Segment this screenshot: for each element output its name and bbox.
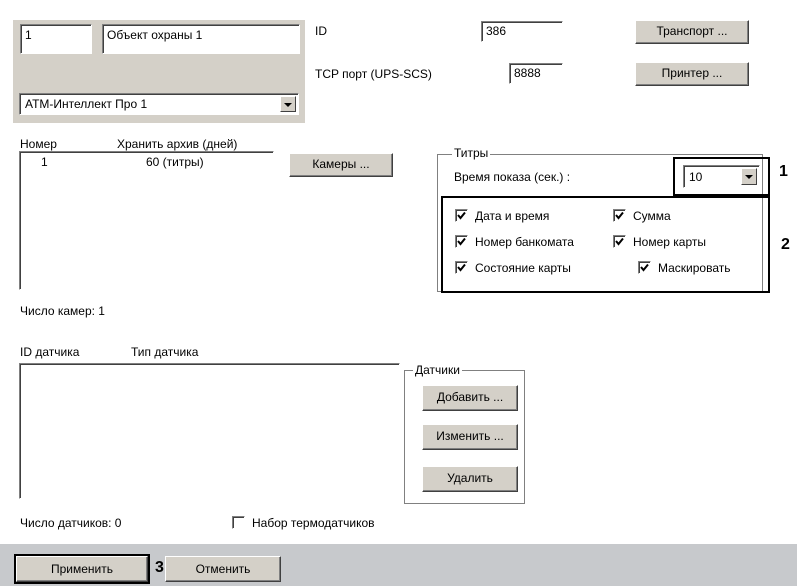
parent-object-dropdown-arrow-icon[interactable] — [280, 96, 296, 112]
delete-sensor-button[interactable]: Удалить — [422, 466, 518, 492]
printer-button[interactable]: Принтер ... — [635, 62, 749, 86]
object-id-value: 1 — [25, 28, 32, 42]
camera-archive-cell: 60 (титры) — [146, 155, 204, 169]
parent-object-select[interactable]: АТМ-Интеллект Про 1 — [19, 93, 299, 115]
top-cropped-strip — [0, 0, 797, 14]
id-label: ID — [315, 24, 327, 38]
object-name-field[interactable]: Объект охраны 1 — [102, 24, 300, 54]
cancel-button[interactable]: Отменить — [165, 556, 281, 582]
annotation-number-1: 1 — [779, 163, 788, 180]
edit-sensor-button[interactable]: Изменить ... — [422, 424, 518, 450]
settings-panel: 1 Объект охраны 1 АТМ-Интеллект Про 1 ID… — [0, 0, 797, 586]
camera-archive-column-header: Хранить архив (дней) — [117, 137, 238, 151]
sensor-count-label: Число датчиков: 0 — [20, 516, 122, 530]
sensors-list[interactable] — [19, 363, 400, 499]
object-id-field[interactable]: 1 — [20, 24, 92, 54]
annotation-number-2: 2 — [781, 236, 790, 253]
thermo-sensors-checkbox[interactable] — [232, 516, 245, 529]
annotation-number-3: 3 — [155, 559, 164, 576]
tcp-port-value: 8888 — [514, 66, 541, 80]
camera-count-label: Число камер: 1 — [20, 304, 105, 318]
tcp-port-field[interactable]: 8888 — [509, 63, 563, 84]
id-field[interactable]: 386 — [481, 21, 563, 42]
annotation-box-1 — [673, 157, 770, 196]
object-name-value: Объект охраны 1 — [107, 28, 203, 42]
thermo-sensors-label: Набор термодатчиков — [252, 516, 375, 530]
titles-group-title: Титры — [452, 146, 491, 160]
cameras-list[interactable]: 1 60 (титры) — [19, 151, 274, 290]
sensor-type-column-header: Тип датчика — [131, 345, 199, 359]
annotation-box-2 — [441, 196, 770, 293]
cameras-button[interactable]: Камеры ... — [289, 153, 393, 177]
camera-number-column-header: Номер — [20, 137, 57, 151]
camera-list-item[interactable]: 1 60 (титры) — [20, 155, 270, 169]
camera-number-cell: 1 — [41, 155, 48, 169]
show-time-label: Время показа (сек.) : — [454, 170, 571, 184]
id-value: 386 — [486, 24, 507, 38]
parent-object-value: АТМ-Интеллект Про 1 — [25, 97, 148, 111]
tcp-port-label: TCP порт (UPS-SCS) — [315, 67, 432, 81]
annotation-box-3 — [14, 554, 150, 584]
sensors-group-title: Датчики — [413, 363, 462, 377]
transport-button[interactable]: Транспорт ... — [635, 20, 749, 44]
add-sensor-button[interactable]: Добавить ... — [422, 385, 518, 411]
sensor-id-column-header: ID датчика — [20, 345, 80, 359]
